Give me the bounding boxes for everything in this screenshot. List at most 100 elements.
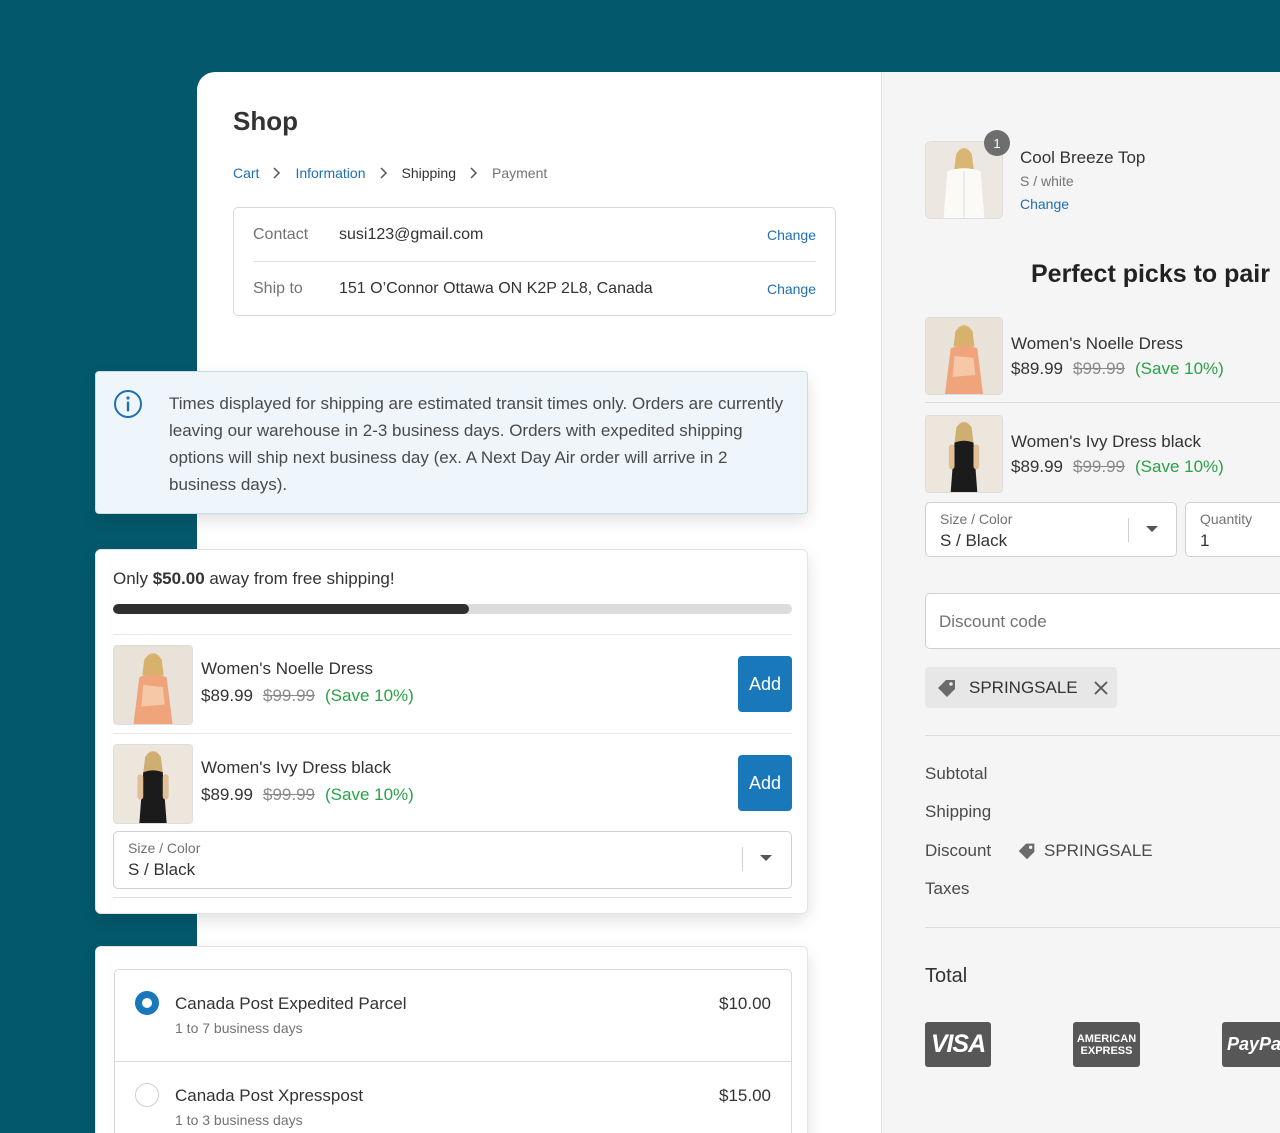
shipping-option-name: Canada Post Expedited Parcel [175, 994, 407, 1013]
upsell-item-prices: $89.99 $99.99 (Save 10%) [201, 785, 414, 805]
shipping-option-price: $15.00 [719, 1086, 771, 1105]
free-shipping-prefix: Only [113, 569, 153, 588]
quantity-label: Quantity [1200, 511, 1253, 527]
chevron-down-icon [760, 855, 772, 861]
amex-line2: EXPRESS [1080, 1044, 1133, 1057]
upsell-item: Women's Noelle Dress $89.99 $99.99 (Save 1… [113, 634, 792, 725]
noelle-dress-image [925, 317, 1003, 395]
cart-item-name: Cool Breeze Top [1020, 148, 1146, 167]
review-block: Contact susi123@gmail.com Change Ship to… [233, 207, 836, 316]
divider [925, 735, 1280, 736]
price-save: (Save 10%) [1135, 457, 1224, 476]
free-shipping-progress-bar [113, 604, 792, 614]
applied-discount-code: SPRINGSALE [969, 677, 1078, 697]
shipping-notice-banner: Times displayed for shipping are estimat… [95, 371, 808, 514]
upsell-item-prices: $89.99 $99.99 (Save 10%) [201, 686, 414, 706]
breadcrumb-cart[interactable]: Cart [233, 165, 259, 181]
select-value: S / Black [128, 860, 196, 879]
upsell-item-name: Women's Noelle Dress [201, 659, 374, 678]
ship-to-value: 151 O’Connor Ottawa ON K2P 2L8, Canada [339, 280, 653, 297]
noelle-dress-image [113, 645, 193, 725]
pair-quantity-input[interactable]: Quantity 1 [1185, 502, 1280, 557]
pair-size-color-select[interactable]: Size / Color S / Black [925, 502, 1177, 557]
ivy-dress-image [113, 744, 193, 824]
select-divider [1128, 518, 1129, 542]
contact-value: susi123@gmail.com [339, 225, 484, 243]
price-save: (Save 10%) [1135, 359, 1224, 378]
price-was: $99.99 [1073, 359, 1125, 378]
contact-row: Contact susi123@gmail.com Change [253, 208, 816, 262]
pair-item-prices: $89.99 $99.99 (Save 10%) [1011, 457, 1224, 477]
pair-item-name: Women's Noelle Dress [1011, 334, 1184, 353]
applied-discount-chip: SPRINGSALE [925, 667, 1117, 708]
shipping-option-expedited[interactable]: Canada Post Expedited Parcel 1 to 7 busi… [115, 970, 791, 1062]
price-was: $99.99 [1073, 457, 1125, 476]
ship-to-label: Ship to [253, 280, 303, 297]
radio-unselected[interactable] [135, 1083, 159, 1107]
shipping-label: Shipping [925, 802, 992, 821]
select-divider [742, 847, 743, 871]
upsell-item-name: Women's Ivy Dress black [201, 758, 391, 777]
summary-discount-code-text: SPRINGSALE [1044, 841, 1153, 860]
add-ivy-dress-button[interactable]: Add [738, 755, 792, 811]
shipping-option-price: $10.00 [719, 994, 771, 1013]
summary-discount-code: SPRINGSALE [1016, 840, 1153, 862]
paypal-logo: PayPal [1222, 1022, 1280, 1067]
upsell-item: Women's Ivy Dress black $89.99 $99.99 (Sav… [113, 733, 792, 824]
perfect-picks-title: Perfect picks to pair [1031, 260, 1270, 288]
ivy-dress-image [925, 415, 1003, 493]
amex-line1: AMERICAN [1076, 1032, 1137, 1045]
contact-label: Contact [253, 225, 309, 243]
change-contact-link[interactable]: Change [767, 227, 816, 243]
shipping-options-list: Canada Post Expedited Parcel 1 to 7 busi… [114, 969, 792, 1133]
shipping-option-eta: 1 to 7 business days [175, 1020, 303, 1036]
price-now: $89.99 [201, 785, 253, 804]
discount-label: Discount [925, 841, 992, 860]
pair-item: Women's Noelle Dress $89.99 $99.99 (Save 1… [925, 317, 1280, 403]
discount-code-input[interactable]: Discount code [925, 593, 1280, 649]
taxes-label: Taxes [925, 879, 970, 898]
price-was: $99.99 [263, 785, 315, 804]
shop-title: Shop [233, 106, 298, 136]
free-shipping-amount: $50.00 [152, 569, 205, 588]
price-now: $89.99 [1011, 457, 1063, 476]
price-save: (Save 10%) [325, 785, 414, 804]
ship-to-row: Ship to 151 O’Connor Ottawa ON K2P 2L8, … [253, 262, 816, 316]
pair-item-name: Women's Ivy Dress black [1011, 432, 1201, 451]
total-label: Total [925, 965, 968, 987]
price-was: $99.99 [263, 686, 315, 705]
price-now: $89.99 [1011, 359, 1063, 378]
chevron-right-icon [469, 167, 479, 179]
change-address-link[interactable]: Change [767, 281, 816, 297]
breadcrumb: Cart Information Shipping Payment [233, 165, 547, 181]
tag-icon [938, 679, 955, 697]
size-color-select[interactable]: Size / Color S / Black [113, 831, 792, 889]
cart-item-variant: S / white [1020, 173, 1074, 189]
cart-quantity-badge: 1 [984, 130, 1010, 156]
free-shipping-suffix: away from free shipping! [204, 569, 395, 588]
select-label: Size / Color [128, 840, 201, 856]
free-shipping-upsell-card: Only $50.00 away from free shipping! Wom… [95, 549, 808, 914]
breadcrumb-shipping: Shipping [401, 165, 457, 181]
price-save: (Save 10%) [325, 686, 414, 705]
pair-item: Women's Ivy Dress black $89.99 $99.99 (Sav… [925, 415, 1280, 501]
tag-icon [1018, 843, 1035, 860]
notice-text: Times displayed for shipping are estimat… [169, 394, 784, 494]
free-shipping-message: Only $50.00 away from free shipping! [113, 569, 395, 589]
visa-logo: VISA [925, 1022, 991, 1067]
radio-selected[interactable] [135, 991, 159, 1015]
shipping-option-xpresspost[interactable]: Canada Post Xpresspost 1 to 3 business d… [115, 1061, 791, 1133]
breadcrumb-information[interactable]: Information [295, 165, 365, 181]
divider [925, 927, 1280, 928]
select-label: Size / Color [940, 511, 1013, 527]
amex-logo: AMERICAN EXPRESS [1073, 1022, 1140, 1067]
cart-item-change-link[interactable]: Change [1020, 196, 1069, 212]
close-icon[interactable] [1092, 679, 1110, 697]
chevron-right-icon [379, 167, 389, 179]
quantity-value: 1 [1200, 531, 1210, 550]
subtotal-label: Subtotal [925, 764, 988, 783]
add-noelle-dress-button[interactable]: Add [738, 656, 792, 712]
progress-fill [113, 604, 469, 614]
price-now: $89.99 [201, 686, 253, 705]
divider [113, 897, 792, 898]
